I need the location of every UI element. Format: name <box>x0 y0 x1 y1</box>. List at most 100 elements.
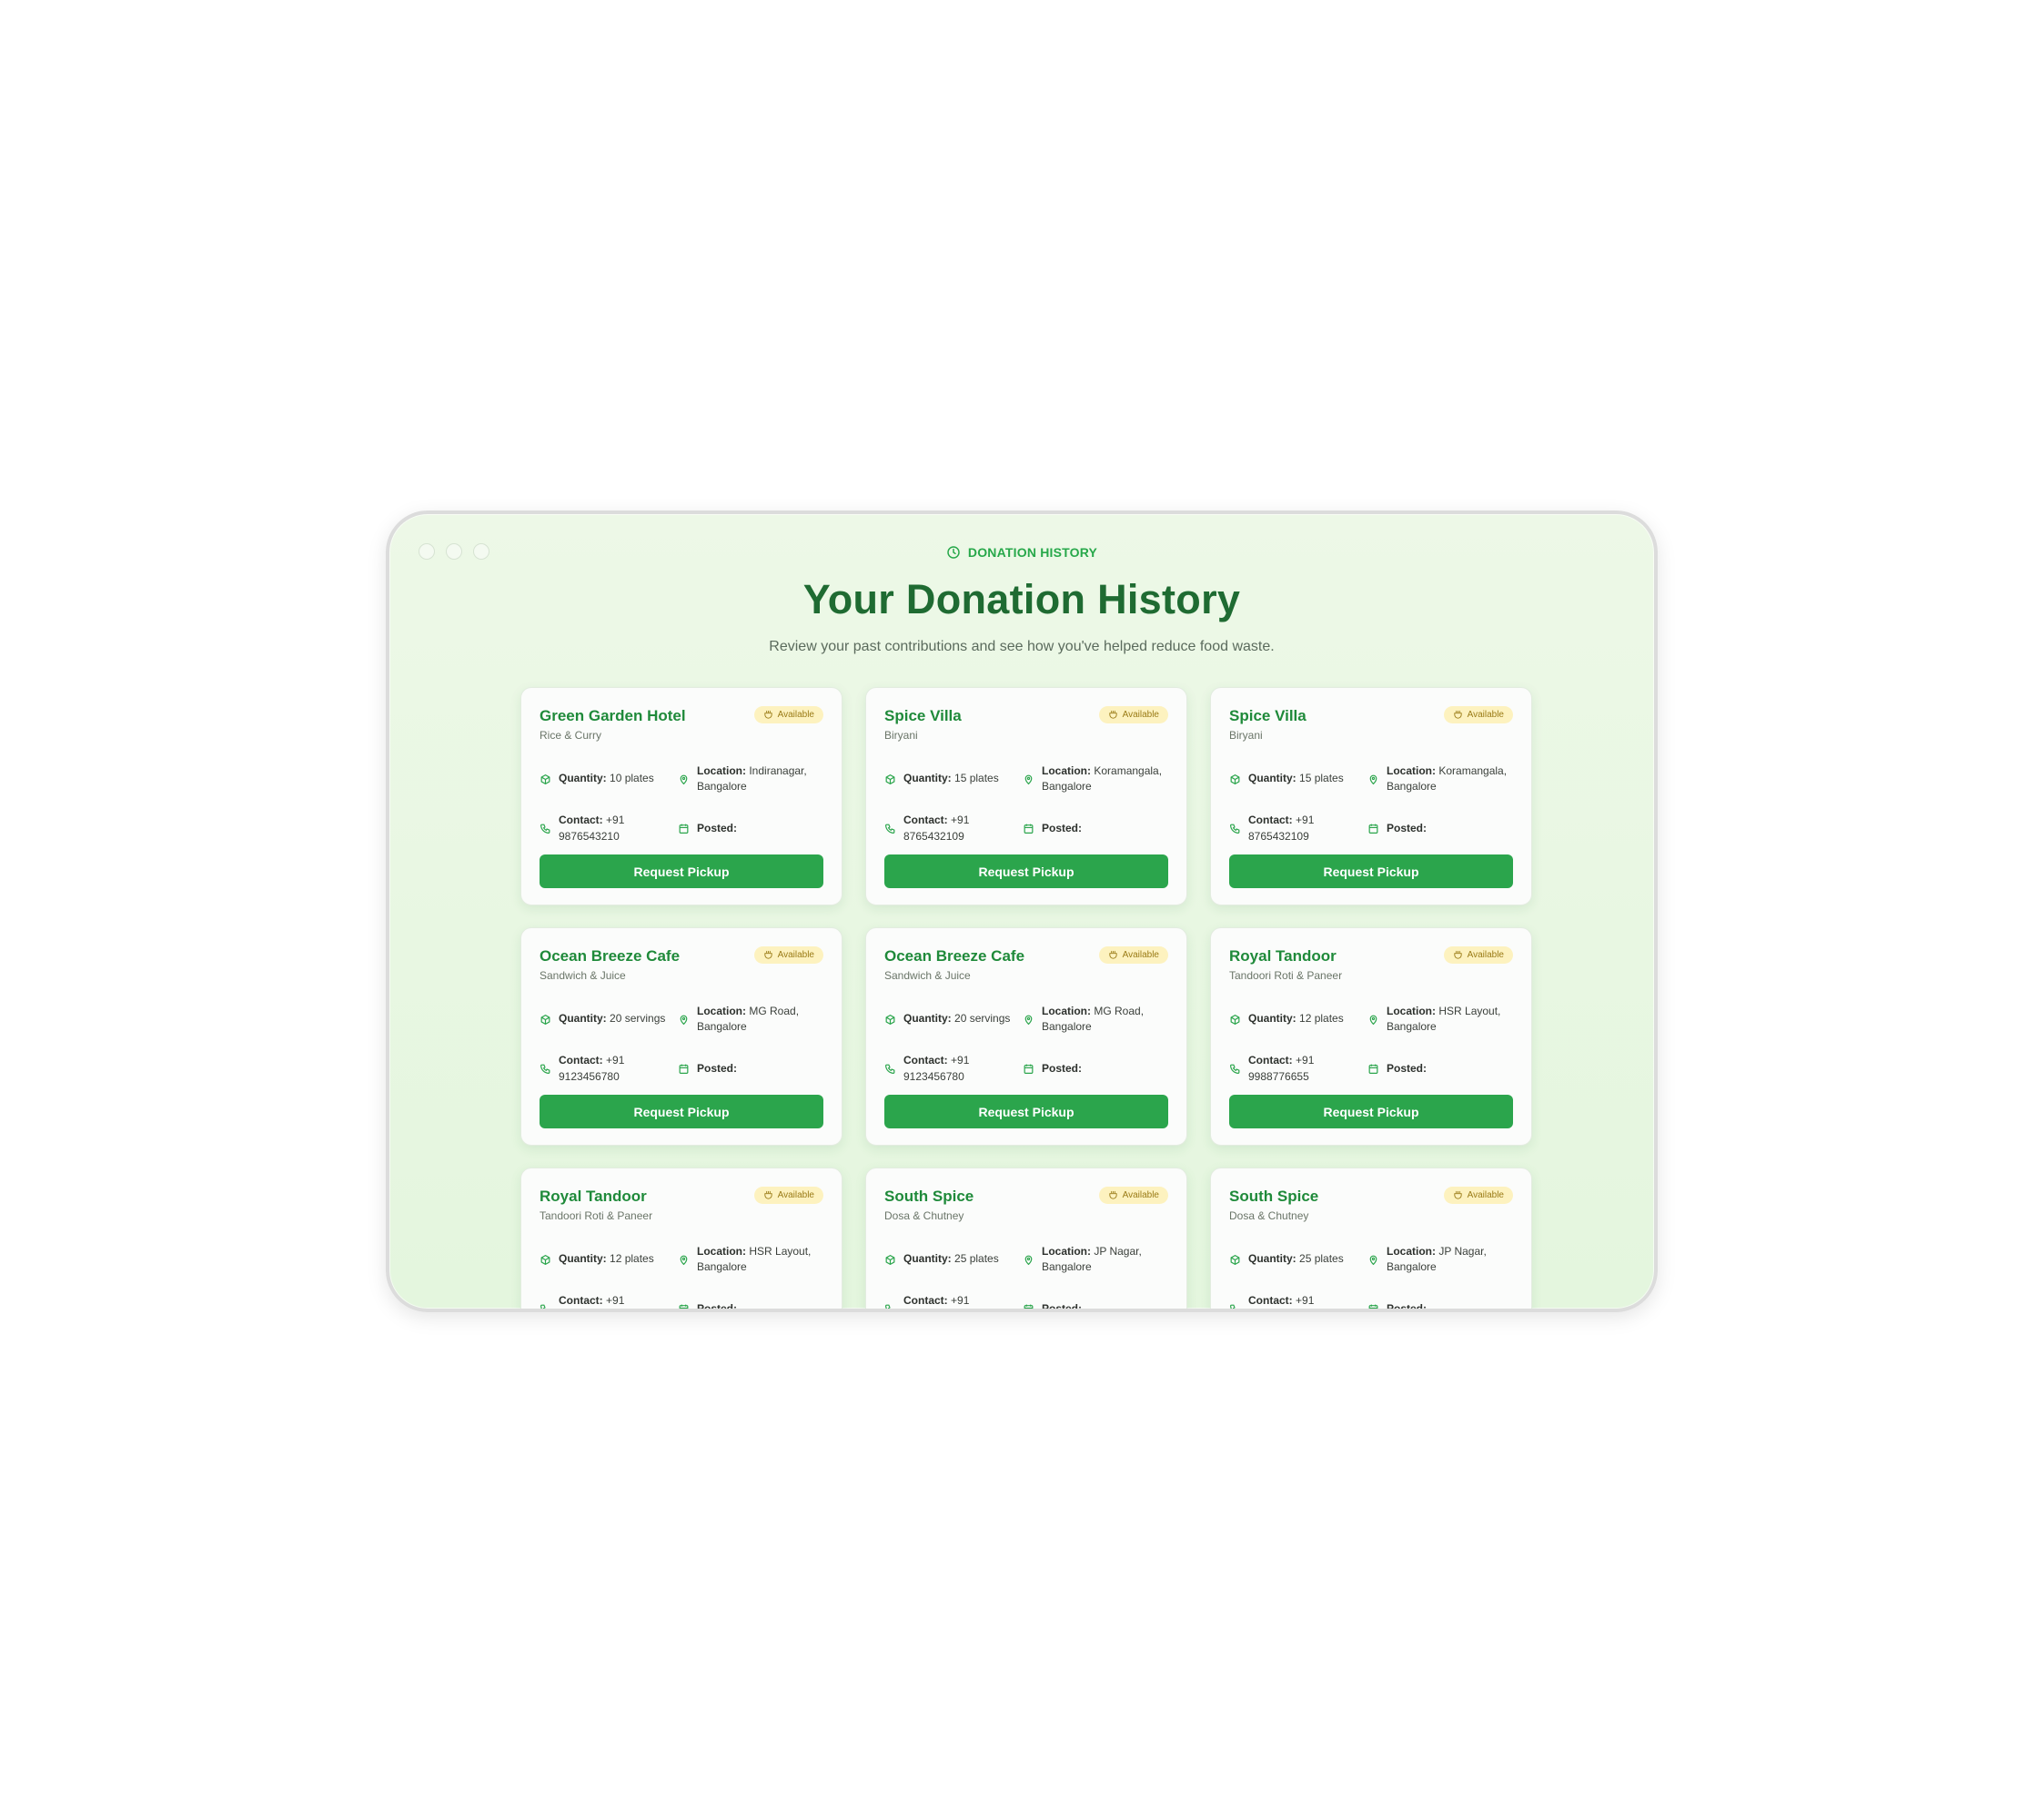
quantity-value: 15 plates <box>1299 772 1344 785</box>
utensils-icon <box>763 950 772 959</box>
donation-card: Spice Villa Biryani Available Quantity: … <box>865 687 1187 905</box>
status-badge: Available <box>1098 946 1168 964</box>
detail-grid: Quantity: 25 plates Location: JP Nagar, … <box>884 1244 1168 1312</box>
posted-label: Posted: <box>697 1302 738 1312</box>
status-badge-label: Available <box>777 710 814 720</box>
location-detail: Location: JP Nagar, Bangalore <box>1367 1244 1513 1276</box>
quantity-label: Quantity: <box>559 1012 607 1026</box>
calendar-icon <box>1024 1064 1034 1075</box>
utensils-icon <box>763 1190 772 1199</box>
quantity-label: Quantity: <box>1248 772 1296 785</box>
detail-grid: Quantity: 25 plates Location: JP Nagar, … <box>1229 1244 1513 1309</box>
page-subtitle: Review your past contributions and see h… <box>769 638 1275 654</box>
contact-detail: Contact: +91 8765432109 <box>1229 813 1367 844</box>
location-detail: Location: JP Nagar, Bangalore <box>1023 1244 1168 1276</box>
restaurant-name: South Spice <box>1229 1188 1319 1205</box>
box-icon <box>885 1254 895 1265</box>
contact-label: Contact: <box>1248 1054 1293 1067</box>
map-pin-icon <box>1024 1255 1033 1265</box>
status-badge-label: Available <box>1122 950 1159 960</box>
posted-detail: Posted: <box>1023 1053 1168 1085</box>
box-icon <box>885 1014 895 1025</box>
detail-grid: Quantity: 12 plates Location: HSR Layout… <box>1229 1004 1513 1086</box>
calendar-icon <box>1368 824 1378 834</box>
status-badge: Available <box>753 946 823 964</box>
phone-icon <box>540 824 550 834</box>
clock-icon <box>947 546 960 559</box>
location-label: Location: <box>697 1244 746 1258</box>
app-window: DONATION HISTORY Your Donation History R… <box>386 511 1658 1312</box>
food-item: Tandoori Roti & Paneer <box>540 1208 653 1222</box>
posted-label: Posted: <box>697 822 738 835</box>
status-badge-label: Available <box>1467 1190 1504 1200</box>
restaurant-name: Spice Villa <box>884 707 962 724</box>
contact-label: Contact: <box>1248 1294 1293 1308</box>
quantity-detail: Quantity: 25 plates <box>884 1244 1023 1276</box>
posted-detail: Posted: <box>678 1053 823 1085</box>
map-pin-icon <box>680 1255 688 1265</box>
page-title: Your Donation History <box>802 576 1241 622</box>
request-pickup-button[interactable]: Request Pickup <box>1229 1095 1513 1128</box>
quantity-label: Quantity: <box>903 1252 952 1266</box>
quantity-value: 25 plates <box>1299 1252 1344 1266</box>
contact-detail: Contact: +91 9988776655 <box>1229 1053 1367 1085</box>
donation-card: Ocean Breeze Cafe Sandwich & Juice Avail… <box>865 927 1187 1146</box>
map-pin-icon <box>1369 1015 1377 1025</box>
request-pickup-button[interactable]: Request Pickup <box>884 854 1168 888</box>
eyebrow-label: DONATION HISTORY <box>967 545 1098 560</box>
location-detail: Location: HSR Layout, Bangalore <box>1367 1004 1513 1036</box>
request-pickup-button[interactable]: Request Pickup <box>540 1095 823 1128</box>
quantity-value: 12 plates <box>1299 1012 1344 1026</box>
phone-icon <box>540 1064 550 1075</box>
contact-detail: Contact: +91 9345678901 <box>884 1293 1023 1309</box>
calendar-icon <box>679 1064 689 1075</box>
quantity-detail: Quantity: 20 servings <box>540 1004 678 1036</box>
posted-label: Posted: <box>1387 1062 1428 1076</box>
restaurant-name: Ocean Breeze Cafe <box>540 947 681 965</box>
request-pickup-button[interactable]: Request Pickup <box>1229 854 1513 888</box>
contact-label: Contact: <box>903 1294 948 1308</box>
location-label: Location: <box>697 1004 746 1017</box>
posted-detail: Posted: <box>678 1293 823 1312</box>
food-item: Sandwich & Juice <box>884 968 971 982</box>
donation-card: Green Garden Hotel Rice & Curry Availabl… <box>520 687 842 905</box>
box-icon <box>540 1254 550 1265</box>
contact-detail: Contact: +91 8765432109 <box>884 813 1023 844</box>
utensils-icon <box>1108 950 1117 959</box>
posted-detail: Posted: <box>1023 1293 1168 1312</box>
section-eyebrow: DONATION HISTORY <box>946 545 1097 560</box>
request-pickup-button[interactable]: Request Pickup <box>540 854 823 888</box>
donation-card-grid: Green Garden Hotel Rice & Curry Availabl… <box>520 687 1532 1312</box>
restaurant-name: Royal Tandoor <box>1229 947 1337 965</box>
restaurant-name: Spice Villa <box>1229 707 1307 724</box>
food-item: Sandwich & Juice <box>540 968 626 982</box>
map-pin-icon <box>1369 1255 1377 1265</box>
quantity-value: 12 plates <box>610 1252 654 1266</box>
location-detail: Location: MG Road, Bangalore <box>678 1004 823 1036</box>
contact-detail: Contact: +91 9123456780 <box>540 1053 678 1085</box>
request-pickup-button[interactable]: Request Pickup <box>884 1095 1168 1128</box>
donation-card: South Spice Dosa & Chutney Available Qua… <box>865 1168 1187 1312</box>
phone-icon <box>1230 1304 1236 1309</box>
restaurant-name: Green Garden Hotel <box>540 707 686 724</box>
posted-detail: Posted: <box>1367 813 1513 844</box>
posted-detail: Posted: <box>1367 1293 1513 1309</box>
quantity-label: Quantity: <box>559 1252 607 1266</box>
utensils-icon <box>1453 1190 1462 1199</box>
phone-icon <box>540 1304 546 1309</box>
phone-icon <box>1230 824 1240 834</box>
map-pin-icon <box>1369 774 1377 784</box>
phone-icon <box>1230 1064 1240 1075</box>
posted-label: Posted: <box>1042 1302 1083 1312</box>
quantity-label: Quantity: <box>903 1012 952 1026</box>
calendar-icon <box>1024 1304 1034 1309</box>
quantity-detail: Quantity: 12 plates <box>540 1244 678 1276</box>
status-badge: Available <box>753 1187 823 1204</box>
food-item: Biryani <box>1229 728 1263 742</box>
detail-grid: Quantity: 20 servings Location: MG Road,… <box>540 1004 823 1086</box>
donation-card: Royal Tandoor Tandoori Roti & Paneer Ava… <box>1210 927 1532 1146</box>
quantity-label: Quantity: <box>1248 1252 1296 1266</box>
restaurant-name: Royal Tandoor <box>540 1188 647 1205</box>
box-icon <box>540 1014 550 1025</box>
quantity-detail: Quantity: 15 plates <box>884 763 1023 795</box>
